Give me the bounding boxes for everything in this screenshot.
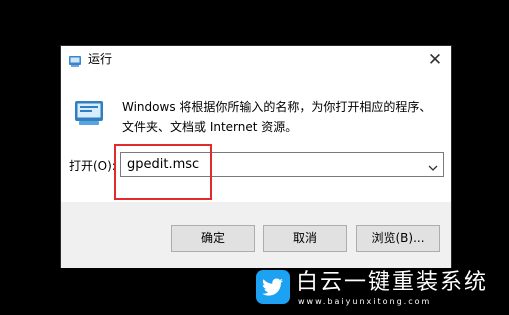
browse-button[interactable]: 浏览(B)... [356,225,440,252]
run-dialog: 运行 ✕ Windows 将根据你所输入的名称，为你打开相应的程序、文件夹、文档… [60,45,452,268]
run-app-icon [73,97,105,129]
dialog-description: Windows 将根据你所输入的名称，为你打开相应的程序、文件夹、文档或 Int… [122,100,432,134]
title-bar[interactable]: 运行 ✕ [61,46,451,74]
ok-button[interactable]: 确定 [171,225,255,252]
watermark-url: www.baiyunxitong.com [298,297,432,306]
watermark-title: 白云一键重装系统 [296,270,489,295]
button-bar: 确定 取消 浏览(B)... [61,202,451,268]
chevron-down-icon[interactable] [427,159,439,171]
open-label: 打开(O): [69,159,116,173]
close-icon: ✕ [427,50,443,70]
watermark: 白云一键重装系统 www.baiyunxitong.com [256,270,502,310]
highlight-box [114,144,212,200]
close-button[interactable]: ✕ [425,50,445,70]
twitter-bird-logo-icon [256,270,290,304]
cancel-button[interactable]: 取消 [263,225,347,252]
dialog-title: 运行 [88,52,113,66]
run-app-icon [68,53,82,67]
